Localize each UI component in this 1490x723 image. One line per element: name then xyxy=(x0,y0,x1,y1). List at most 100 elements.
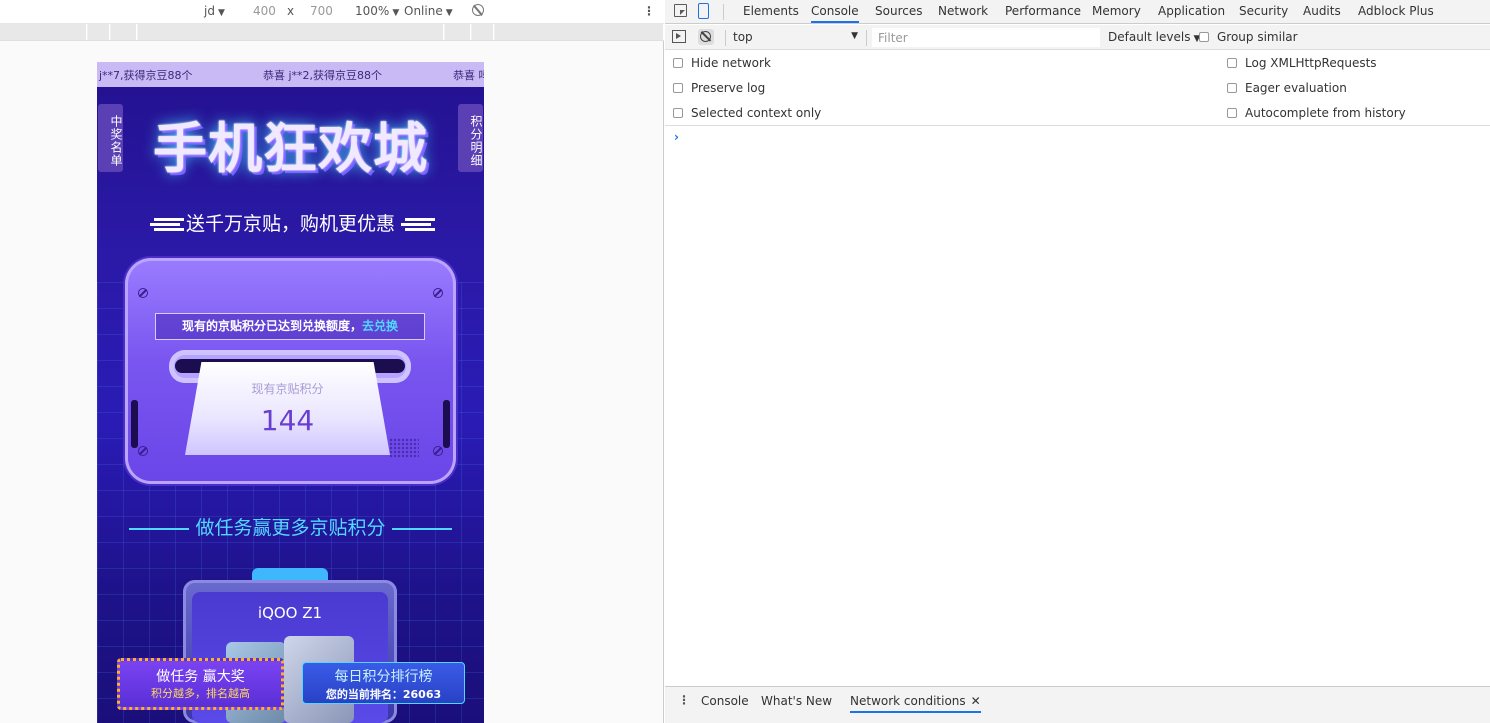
autocomplete-label: Autocomplete from history xyxy=(1245,106,1406,120)
tab-memory[interactable]: Memory xyxy=(1092,4,1141,18)
decor-lines-icon xyxy=(149,223,180,226)
decor-line xyxy=(129,527,190,530)
toolbar-divider xyxy=(723,4,724,20)
speaker-dots-icon xyxy=(389,438,419,458)
group-similar-checkbox[interactable] xyxy=(1199,31,1209,42)
media-query-segment[interactable] xyxy=(0,24,87,40)
subtitle: 送千万京贴，购机更优惠 xyxy=(97,209,484,236)
exchange-text: 现有的京贴积分已达到兑换额度， xyxy=(181,319,362,333)
log-xhr-checkbox[interactable] xyxy=(1227,57,1237,68)
preserve-log-checkbox[interactable] xyxy=(673,82,683,93)
media-query-segment[interactable] xyxy=(111,24,137,40)
media-query-segment[interactable] xyxy=(138,24,444,40)
exchange-banner: 现有的京贴积分已达到兑换额度，去兑换 xyxy=(155,313,425,340)
ranking-label: 每日积分排行榜 xyxy=(334,669,433,685)
network-throttle-select[interactable]: Online ▼ xyxy=(404,4,453,18)
subtitle-text: 送千万京贴，购机更优惠 xyxy=(185,213,395,235)
autocomplete-option[interactable]: Autocomplete from history xyxy=(1227,106,1406,120)
points-label: 现有京贴积分 xyxy=(251,382,324,396)
selected-context-checkbox[interactable] xyxy=(673,107,683,118)
winner-list-tab[interactable]: 中奖名单 xyxy=(98,104,123,172)
zoom-select-label: 100% xyxy=(355,4,390,18)
phone-viewport: j**7,获得京豆88个 恭喜 j**2,获得京豆88个 恭喜 吗 中奖名单 积… xyxy=(97,62,484,723)
log-levels-select[interactable]: Default levels ▼ xyxy=(1108,30,1200,44)
close-icon[interactable]: ✕ xyxy=(971,694,981,708)
rotate-disabled-icon[interactable] xyxy=(472,4,484,16)
device-toggle-icon[interactable] xyxy=(698,3,709,19)
page-title: 手机狂欢城 xyxy=(153,117,428,180)
tab-elements[interactable]: Elements xyxy=(743,4,799,18)
devtools-tabbar: Elements Console Sources Network Perform… xyxy=(665,0,1490,24)
context-select[interactable]: top ▼ xyxy=(733,30,858,44)
clear-console-icon[interactable] xyxy=(698,29,714,45)
media-query-segment[interactable] xyxy=(445,24,471,40)
do-task-label: 做任务 赢大奖 xyxy=(156,669,245,685)
selected-context-option[interactable]: Selected context only xyxy=(673,106,821,120)
hide-network-checkbox[interactable] xyxy=(673,57,683,68)
device-select[interactable]: jd ▼ xyxy=(204,4,225,18)
height-input[interactable]: 700 xyxy=(310,4,333,18)
tab-adblock-plus[interactable]: Adblock Plus xyxy=(1358,4,1434,18)
media-query-segment[interactable] xyxy=(472,24,494,40)
drawer-tab-network-conditions[interactable]: Network conditions ✕ xyxy=(850,694,981,713)
console-sidebar-icon[interactable] xyxy=(672,30,686,43)
group-similar-option[interactable]: Group similar xyxy=(1199,30,1298,44)
ticker-item: 恭喜 j**2,获得京豆88个 xyxy=(263,69,383,82)
points-machine-card: 现有的京贴积分已达到兑换额度，去兑换 现有京贴积分 144 xyxy=(125,258,456,484)
task-heading: 做任务赢更多京贴积分 xyxy=(97,513,484,540)
media-query-segment[interactable] xyxy=(495,24,664,40)
filter-input[interactable] xyxy=(872,28,1100,47)
tab-application[interactable]: Application xyxy=(1158,4,1225,18)
inspect-element-icon[interactable] xyxy=(674,4,687,17)
hide-network-option[interactable]: Hide network xyxy=(673,56,771,70)
screw-icon xyxy=(138,446,148,456)
autocomplete-checkbox[interactable] xyxy=(1227,107,1237,118)
preserve-log-option[interactable]: Preserve log xyxy=(673,81,765,95)
preserve-log-label: Preserve log xyxy=(691,81,766,95)
more-options-icon[interactable]: ⋮ xyxy=(643,4,655,18)
selected-context-label: Selected context only xyxy=(691,106,822,120)
log-xhr-option[interactable]: Log XMLHttpRequests xyxy=(1227,56,1377,70)
tab-audits[interactable]: Audits xyxy=(1303,4,1341,18)
device-select-label: jd xyxy=(204,4,215,18)
prompt-chevron-icon: › xyxy=(674,130,679,144)
context-value: top xyxy=(733,30,753,44)
media-query-segment[interactable] xyxy=(88,24,110,40)
tab-performance[interactable]: Performance xyxy=(1005,4,1081,18)
zoom-select[interactable]: 100% ▼ xyxy=(355,4,399,18)
points-value: 144 xyxy=(260,404,315,437)
width-input[interactable]: 400 xyxy=(253,4,276,18)
eager-eval-checkbox[interactable] xyxy=(1227,82,1237,93)
exchange-link[interactable]: 去兑换 xyxy=(362,319,398,333)
points-detail-tab[interactable]: 积分明细 xyxy=(458,104,483,172)
drawer-tab-console[interactable]: Console xyxy=(701,694,749,708)
drawer-menu-icon[interactable]: ⋮ xyxy=(678,693,690,707)
media-query-bar[interactable] xyxy=(0,24,664,41)
ranking-sublabel: 您的当前排名：26063 xyxy=(325,688,442,701)
times-sign: x xyxy=(287,4,295,18)
tab-sources[interactable]: Sources xyxy=(875,4,922,18)
log-xhr-label: Log XMLHttpRequests xyxy=(1245,56,1377,70)
caret-down-icon: ▼ xyxy=(392,8,400,18)
product-name: iQOO Z1 xyxy=(257,604,323,622)
do-task-button[interactable]: 做任务 赢大奖 积分越多，排名越高 xyxy=(117,658,284,710)
task-heading-text: 做任务赢更多京贴积分 xyxy=(195,517,386,539)
console-output[interactable]: › xyxy=(665,127,1490,685)
tab-network[interactable]: Network xyxy=(938,4,988,18)
tab-security[interactable]: Security xyxy=(1239,4,1288,18)
group-similar-label: Group similar xyxy=(1217,30,1298,44)
drawer-tab-whats-new[interactable]: What's New xyxy=(761,694,832,708)
eager-eval-option[interactable]: Eager evaluation xyxy=(1227,81,1347,95)
decor-lines-icon xyxy=(401,223,431,226)
points-receipt: 现有京贴积分 144 xyxy=(185,362,390,455)
console-settings: Hide network Preserve log Selected conte… xyxy=(665,51,1490,126)
drawer-tab-network-conditions-label: Network conditions xyxy=(850,694,966,708)
log-levels-label: Default levels xyxy=(1108,30,1191,44)
winner-ticker: j**7,获得京豆88个 恭喜 j**2,获得京豆88个 恭喜 吗 xyxy=(97,62,484,87)
caret-down-icon: ▼ xyxy=(851,31,858,41)
caret-down-icon: ▼ xyxy=(217,8,225,18)
network-select-label: Online xyxy=(404,4,443,18)
tab-console[interactable]: Console xyxy=(811,4,859,23)
screw-icon xyxy=(433,446,443,456)
daily-ranking-button[interactable]: 每日积分排行榜 您的当前排名：26063 xyxy=(302,662,465,704)
